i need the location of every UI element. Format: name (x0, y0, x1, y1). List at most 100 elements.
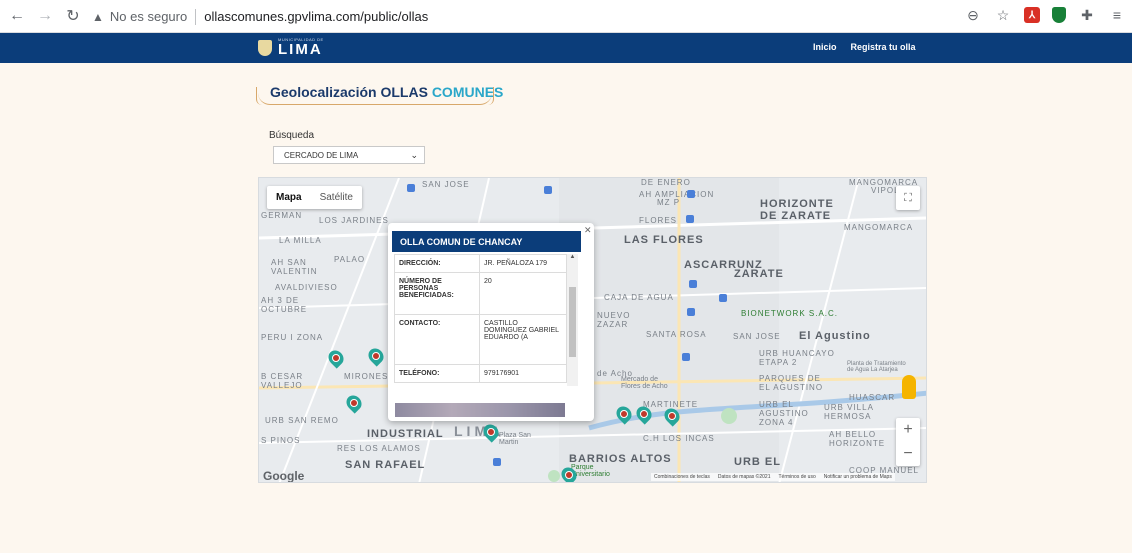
url-text[interactable]: ollascomunes.gpvlima.com/public/ollas (204, 9, 428, 24)
info-key: NÚMERO DE PERSONAS BENEFICIADAS: (394, 272, 480, 315)
browser-toolbar: ← → ↻ ▲ No es seguro ollascomunes.gpvlim… (0, 0, 1132, 33)
map-label-santa-rosa: SANTA ROSA (646, 330, 707, 339)
map-footer-shortcuts[interactable]: Combinaciones de teclas (654, 474, 710, 480)
map-label-de-enero: DE ENERO (641, 178, 691, 187)
district-select-value: CERCADO DE LIMA (284, 150, 359, 160)
pdf-extension-icon[interactable]: ⅄ (1024, 7, 1040, 23)
transit-marker (687, 308, 695, 316)
map-label-cesar-vallejo: B CESAR VALLEJO (261, 372, 304, 390)
address-separator (195, 8, 197, 25)
search-label: Búsqueda (269, 130, 315, 141)
map-label-urb-el-2: URB EL (734, 456, 781, 468)
nav-registra-tu-olla[interactable]: Registra tu olla (851, 42, 916, 52)
chevron-down-icon: ⌄ (410, 149, 418, 160)
olla-photo (395, 403, 565, 417)
info-row-telefono: TELÉFONO: 979176901 (394, 364, 567, 383)
map-label-horizonte: HORIZONTE (760, 198, 834, 210)
map-label-ah-bello: AH BELLO HORIZONTE (829, 430, 886, 448)
zoom-in-button[interactable]: + (896, 418, 920, 442)
map-label-san-rafael: SAN RAFAEL (345, 459, 426, 471)
map-label-urb-san-remo: URB SAN REMO (265, 416, 339, 425)
google-logo[interactable]: Google (263, 469, 304, 482)
map-label-las-flores: LAS FLORES (624, 234, 704, 246)
transit-marker (493, 458, 501, 466)
map-label-los-incas: C.H LOS INCAS (643, 434, 715, 443)
zoom-control: + − (896, 418, 920, 466)
pegman-icon[interactable] (902, 375, 916, 399)
menu-icon[interactable]: ≡ (1108, 6, 1126, 24)
transit-marker (686, 215, 694, 223)
info-value: CASTILLO DOMINGUEZ GABRIEL EDUARDO (A (479, 314, 567, 365)
info-scrollbar[interactable]: ▲ (567, 254, 578, 386)
info-row-direccion: DIRECCIÓN: JR. PEÑALOZA 179 (394, 254, 567, 273)
map-label-san-jose-2: SAN JOSE (733, 332, 781, 341)
map-label-avaldivieso: AVALDIVIESO (275, 283, 338, 292)
map-label-parques: PARQUES DE EL AGUSTINO (759, 374, 824, 392)
reload-icon[interactable]: ↻ (62, 5, 84, 27)
nav-inicio[interactable]: Inicio (813, 42, 837, 52)
map-label-mz-p: MZ P (657, 198, 681, 207)
map-label-urb-villa: URB VILLA HERMOSA (824, 403, 874, 421)
info-row-contacto: CONTACTO: CASTILLO DOMINGUEZ GABRIEL EDU… (394, 314, 567, 365)
info-value: JR. PEÑALOZA 179 (479, 254, 567, 273)
fullscreen-icon[interactable]: ⛶ (896, 186, 920, 210)
browser-actions: ⊖ ☆ ⅄ ✚ ≡ (964, 6, 1126, 24)
map-label-industrial: INDUSTRIAL (367, 428, 444, 440)
warning-icon[interactable]: ▲ (92, 10, 104, 24)
district-select[interactable]: CERCADO DE LIMA ⌄ (273, 146, 425, 164)
close-icon[interactable]: ✕ (584, 225, 592, 236)
map-label-de-zarate: DE ZARATE (760, 210, 832, 222)
map[interactable]: SAN JOSE DE ENERO AH AMPLIACION MZ P MAN… (258, 177, 927, 483)
map-label-la-milla: LA MILLA (279, 236, 322, 245)
map-label-peru-zona: PERU I ZONA (261, 333, 324, 342)
map-label-zarate: ZARATE (734, 268, 784, 280)
page-title-frame: Geolocalización OLLAS COMUNES (256, 81, 503, 105)
zoom-out-button[interactable]: − (896, 442, 920, 466)
scroll-thumb[interactable] (569, 287, 576, 357)
info-value: 20 (479, 272, 567, 315)
info-value: 979176901 (479, 364, 567, 383)
map-label-flores: FLORES (639, 216, 678, 225)
info-row-personas: NÚMERO DE PERSONAS BENEFICIADAS: 20 (394, 272, 567, 315)
info-window: ✕ OLLA COMUN DE CHANCAY DIRECCIÓN: JR. P… (388, 223, 594, 421)
back-arrow-icon[interactable]: ← (6, 5, 28, 27)
map-label-mangomarca-2: MANGOMARCA (844, 223, 914, 232)
map-label-urb-huancayo: URB HUANCAYO ETAPA 2 (759, 349, 835, 367)
map-label-mercado: Mercado de Flores de Acho (621, 376, 668, 390)
map-footer-report[interactable]: Notificar un problema de Maps (824, 474, 892, 480)
insecure-label[interactable]: No es seguro (110, 9, 187, 24)
map-footer: Combinaciones de teclas Datos de mapas ©… (651, 473, 895, 481)
site-logo[interactable]: MUNICIPALIDAD DE LIMA (258, 38, 324, 57)
map-label-plaza-san-martin: Plaza San Martin (499, 432, 531, 446)
page-title-accent: COMUNES (431, 84, 504, 100)
map-label-planta: Planta de Tratamiento de Agua La Atarjea (847, 361, 906, 373)
map-label-pinos: S PINOS (261, 436, 301, 445)
transit-marker (687, 190, 695, 198)
map-label-el-agustino: El Agustino (799, 330, 871, 342)
zoom-icon[interactable]: ⊖ (964, 6, 982, 24)
transit-marker (689, 280, 697, 288)
scroll-up-icon[interactable]: ▲ (567, 254, 578, 260)
map-label-res-los-alamos: RES LOS ALAMOS (337, 444, 421, 453)
transit-marker (407, 184, 415, 192)
page-title-main: Geolocalización OLLAS (270, 84, 432, 100)
map-label-palao: PALAO (334, 255, 366, 264)
map-label-caja-de-agua: CAJA DE AGUA (604, 293, 674, 302)
map-type-satellite-button[interactable]: Satélite (311, 186, 362, 209)
star-icon[interactable]: ☆ (994, 6, 1012, 24)
map-label-huascar: HUASCAR (849, 393, 896, 402)
crest-icon (258, 39, 272, 56)
logo-big-text: LIMA (278, 41, 323, 58)
map-label-urb-el-agustino: URB EL AGUSTINO ZONA 4 (759, 400, 809, 427)
transit-marker (682, 353, 690, 361)
map-type-map-button[interactable]: Mapa (267, 186, 311, 209)
forward-arrow-icon[interactable]: → (34, 5, 56, 27)
map-label-nuevo-zazar: NUEVO ZAZAR (597, 311, 631, 329)
shield-extension-icon[interactable] (1052, 7, 1066, 23)
transit-marker (719, 294, 727, 302)
map-footer-terms[interactable]: Términos de uso (778, 474, 815, 480)
puzzle-icon[interactable]: ✚ (1078, 6, 1096, 24)
info-key: CONTACTO: (394, 314, 480, 365)
info-key: DIRECCIÓN: (394, 254, 480, 273)
address-bar[interactable]: ▲ No es seguro ollascomunes.gpvlima.com/… (92, 4, 932, 29)
